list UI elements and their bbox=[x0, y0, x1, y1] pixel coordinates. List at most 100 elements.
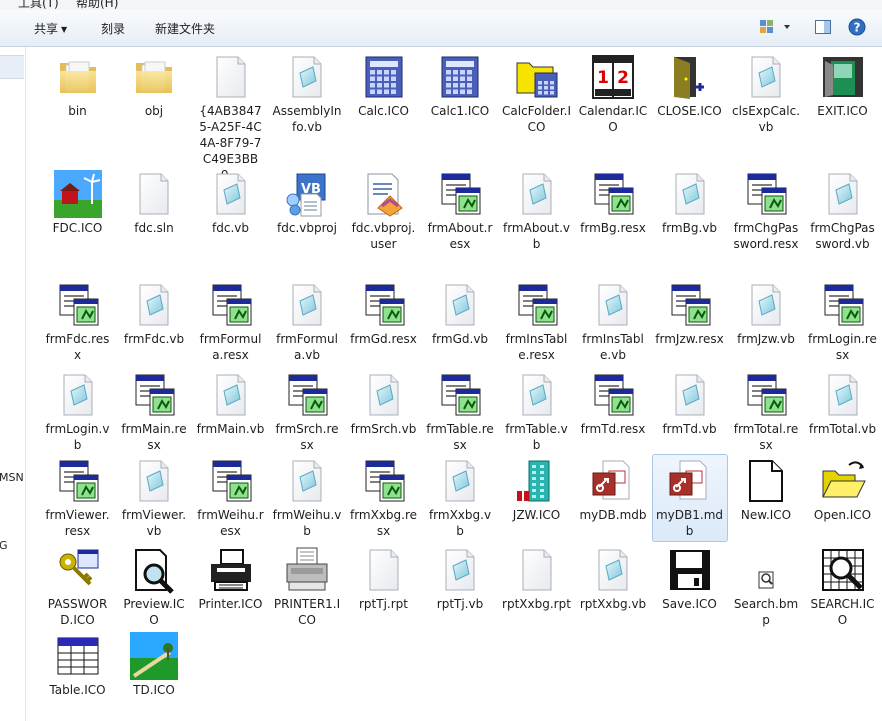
file-item[interactable]: frmFdc.vb bbox=[117, 281, 192, 347]
file-item[interactable]: frmAbout.resx bbox=[423, 170, 498, 252]
file-item[interactable]: frmLogin.resx bbox=[805, 281, 880, 363]
file-item[interactable]: frmMain.resx bbox=[117, 371, 192, 453]
file-item[interactable]: frmWeihu.resx bbox=[193, 457, 268, 539]
building-icon bbox=[513, 457, 561, 505]
file-item[interactable]: frmTd.resx bbox=[576, 371, 651, 437]
file-item[interactable]: frmSrch.vb bbox=[346, 371, 421, 437]
file-item[interactable]: Save.ICO bbox=[652, 546, 727, 612]
file-item[interactable]: frmJzw.resx bbox=[652, 281, 727, 347]
farm-image-icon bbox=[53, 170, 102, 218]
file-item[interactable]: VB fdc.vbproj bbox=[270, 170, 345, 236]
file-item[interactable]: frmMain.vb bbox=[193, 371, 268, 437]
file-item[interactable]: CLOSE.ICO bbox=[652, 53, 727, 119]
file-name-label: rptTj.rpt bbox=[359, 597, 408, 611]
file-name-label: frmFormula.resx bbox=[199, 332, 262, 362]
new-folder-button[interactable]: 新建文件夹 bbox=[155, 20, 215, 37]
file-item[interactable]: rptXxbg.vb bbox=[576, 546, 651, 612]
svg-text:?: ? bbox=[854, 21, 861, 35]
calculator-icon bbox=[360, 53, 408, 101]
file-item[interactable]: frmJzw.vb bbox=[729, 281, 804, 347]
file-item[interactable]: PASSWORD.ICO bbox=[40, 546, 115, 628]
file-item[interactable]: Open.ICO bbox=[805, 457, 880, 523]
help-icon[interactable]: ? bbox=[848, 18, 866, 39]
vb-file-icon bbox=[207, 371, 255, 419]
file-item[interactable]: JZW.ICO bbox=[499, 457, 574, 523]
file-name-label: frmTotal.resx bbox=[733, 422, 799, 452]
file-name-label: JZW.ICO bbox=[512, 508, 561, 522]
file-item[interactable]: rptTj.rpt bbox=[346, 546, 421, 612]
file-item[interactable]: frmViewer.resx bbox=[40, 457, 115, 539]
file-item[interactable]: Table.ICO bbox=[40, 632, 115, 698]
vb-file-icon bbox=[742, 281, 790, 329]
file-item[interactable]: FDC.ICO bbox=[40, 170, 115, 236]
file-item[interactable]: frmInsTable.resx bbox=[499, 281, 574, 363]
file-item[interactable]: frmFdc.resx bbox=[40, 281, 115, 363]
file-item[interactable]: frmBg.resx bbox=[576, 170, 651, 236]
file-item[interactable]: frmViewer.vb bbox=[117, 457, 192, 539]
view-options-icon[interactable] bbox=[759, 18, 793, 39]
file-item[interactable]: frmFormula.vb bbox=[270, 281, 345, 363]
file-item[interactable]: rptXxbg.rpt bbox=[499, 546, 574, 612]
file-item[interactable]: AssemblyInfo.vb bbox=[270, 53, 345, 135]
file-item[interactable]: frmChgPassword.resx bbox=[729, 170, 804, 252]
file-item[interactable]: 1 2 Calendar.ICO bbox=[576, 53, 651, 135]
file-item[interactable]: frmInsTable.vb bbox=[576, 281, 651, 363]
file-item[interactable]: obj bbox=[117, 53, 192, 119]
file-item[interactable]: fdc.vb bbox=[193, 170, 268, 236]
file-item[interactable]: myDB.mdb bbox=[576, 457, 651, 523]
file-item[interactable]: bin bbox=[40, 53, 115, 119]
file-item[interactable]: Printer.ICO bbox=[193, 546, 268, 612]
file-item[interactable]: PRINTER1.ICO bbox=[270, 546, 345, 628]
file-item[interactable]: New.ICO bbox=[729, 457, 804, 523]
file-item[interactable]: clsExpCalc.vb bbox=[729, 53, 804, 135]
file-item[interactable]: frmFormula.resx bbox=[193, 281, 268, 363]
file-name-label: frmViewer.vb bbox=[121, 508, 187, 538]
file-item[interactable]: SEARCH.ICO bbox=[805, 546, 880, 628]
file-item[interactable]: frmXxbg.vb bbox=[423, 457, 498, 539]
file-item[interactable]: fdc.sln bbox=[117, 170, 192, 236]
nav-item-msn[interactable]: MSN bbox=[0, 471, 24, 484]
preview-pane-icon[interactable] bbox=[814, 18, 832, 39]
file-item[interactable]: frmGd.vb bbox=[423, 281, 498, 347]
file-name-label: CLOSE.ICO bbox=[657, 104, 722, 118]
file-item[interactable]: frmSrch.resx bbox=[270, 371, 345, 453]
file-item[interactable]: frmChgPassword.vb bbox=[805, 170, 880, 252]
file-item[interactable]: Search.bmp bbox=[729, 546, 804, 628]
file-name-label: fdc.vbproj bbox=[277, 221, 337, 235]
file-item[interactable]: frmTotal.resx bbox=[729, 371, 804, 453]
file-item[interactable]: TD.ICO bbox=[117, 632, 192, 698]
resx-icon bbox=[589, 170, 637, 218]
file-item[interactable]: frmTable.vb bbox=[499, 371, 574, 453]
door-close-icon bbox=[666, 53, 714, 101]
file-item[interactable]: frmTable.resx bbox=[423, 371, 498, 453]
file-name-label: frmFdc.resx bbox=[45, 332, 110, 362]
file-item[interactable]: frmLogin.vb bbox=[40, 371, 115, 453]
file-item[interactable]: Preview.ICO bbox=[117, 546, 192, 628]
menu-tools[interactable]: 工具(T) bbox=[18, 0, 59, 10]
file-item[interactable]: CalcFolder.ICO bbox=[499, 53, 574, 135]
nav-item-g[interactable]: G bbox=[0, 539, 8, 552]
file-item[interactable]: fdc.vbproj.user bbox=[346, 170, 421, 252]
file-item[interactable]: EXIT.ICO bbox=[805, 53, 880, 119]
share-button[interactable]: 共享 ▼ bbox=[34, 20, 67, 37]
burn-button[interactable]: 刻录 bbox=[101, 20, 125, 37]
vbproj-icon: VB bbox=[283, 170, 331, 218]
file-item[interactable]: rptTj.vb bbox=[423, 546, 498, 612]
file-item[interactable]: frmTd.vb bbox=[652, 371, 727, 437]
file-item[interactable]: {4AB38475-A25F-4C4A-8F79-7C49E3BB9... bbox=[193, 53, 268, 183]
file-item[interactable]: Calc.ICO bbox=[346, 53, 421, 119]
file-item[interactable]: frmAbout.vb bbox=[499, 170, 574, 252]
file-item[interactable]: Calc1.ICO bbox=[423, 53, 498, 119]
nav-selected-item[interactable] bbox=[0, 55, 24, 79]
file-item[interactable]: frmTotal.vb bbox=[805, 371, 880, 437]
navigation-pane[interactable]: MSN G bbox=[0, 47, 26, 721]
file-item[interactable]: frmXxbg.resx bbox=[346, 457, 421, 539]
file-name-label: bin bbox=[68, 104, 87, 118]
file-item[interactable]: frmBg.vb bbox=[652, 170, 727, 236]
file-item[interactable]: frmGd.resx bbox=[346, 281, 421, 347]
vb-file-icon bbox=[666, 371, 714, 419]
calendar-icon: 12 bbox=[589, 53, 637, 101]
file-item[interactable]: myDB1.mdb bbox=[652, 454, 728, 542]
file-item[interactable]: frmWeihu.vb bbox=[270, 457, 345, 539]
menu-help[interactable]: 帮助(H) bbox=[76, 0, 118, 10]
